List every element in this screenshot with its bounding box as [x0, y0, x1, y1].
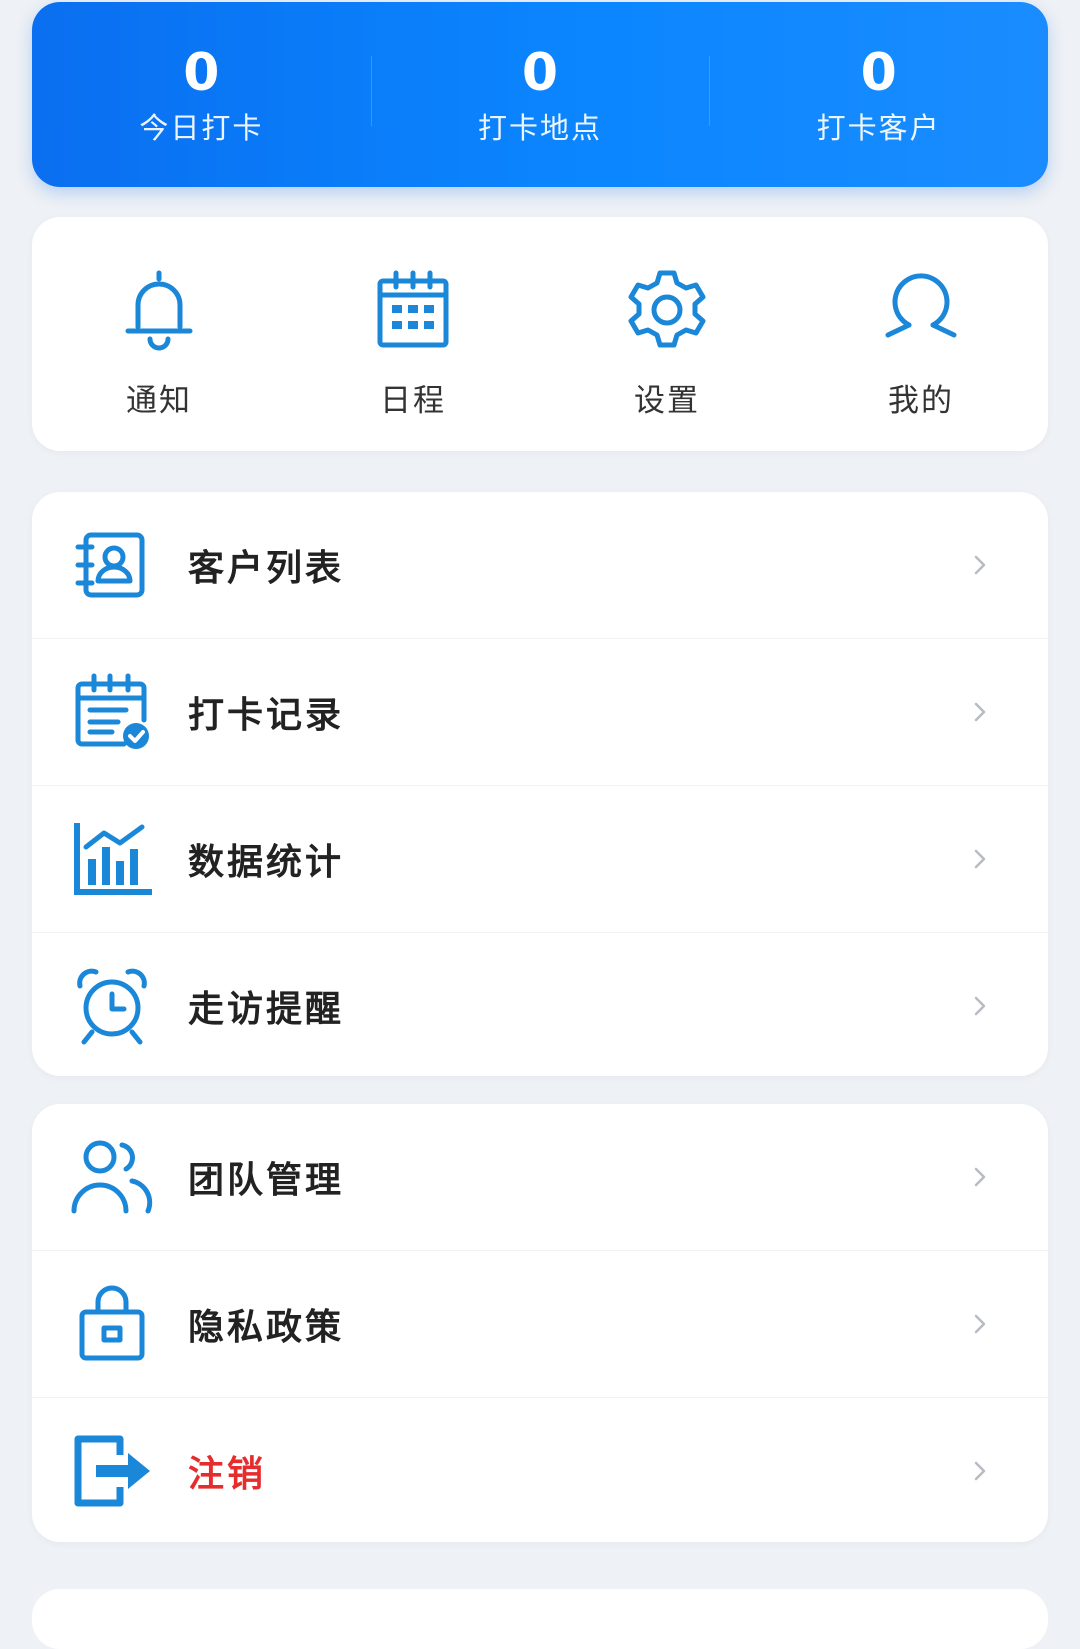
stat-value: 0 — [860, 42, 897, 103]
menu-group-2: 团队管理 隐私政策 注销 — [32, 1104, 1048, 1542]
team-icon — [71, 1140, 153, 1214]
menu-item-logout[interactable]: 注销 — [32, 1397, 1048, 1544]
quick-action-label: 设置 — [634, 383, 700, 419]
stat-label: 打卡客户 — [816, 110, 941, 145]
menu-item-label: 客户列表 — [188, 548, 345, 589]
gear-icon — [628, 270, 706, 348]
menu-item-label: 注销 — [188, 1454, 267, 1495]
calendar-check-icon — [75, 673, 149, 749]
stat-value: 0 — [183, 42, 220, 103]
chevron-right-icon — [974, 1167, 986, 1187]
bar-chart-icon — [74, 823, 152, 895]
stat-label: 打卡地点 — [478, 110, 603, 145]
stats-banner: 0 今日打卡 0 打卡地点 0 打卡客户 — [32, 2, 1048, 187]
quick-actions-card: 通知 日程 设置 我的 — [32, 217, 1048, 451]
quick-action-schedule[interactable]: 日程 — [286, 217, 540, 451]
chevron-right-icon — [974, 849, 986, 869]
menu-item-team-management[interactable]: 团队管理 — [32, 1104, 1048, 1250]
quick-action-settings[interactable]: 设置 — [540, 217, 794, 451]
logout-icon — [74, 1435, 150, 1507]
chevron-right-icon — [974, 1461, 986, 1481]
chevron-right-icon — [974, 555, 986, 575]
menu-item-visit-reminder[interactable]: 走访提醒 — [32, 932, 1048, 1079]
contact-book-icon — [75, 532, 145, 598]
menu-item-customer-list[interactable]: 客户列表 — [32, 492, 1048, 638]
chevron-right-icon — [974, 996, 986, 1016]
quick-action-mine[interactable]: 我的 — [794, 217, 1048, 451]
stat-label: 今日打卡 — [139, 110, 264, 145]
menu-item-checkin-records[interactable]: 打卡记录 — [32, 638, 1048, 785]
stat-value: 0 — [521, 42, 559, 103]
menu-item-label: 打卡记录 — [188, 695, 345, 736]
quick-action-label: 日程 — [380, 383, 446, 419]
menu-group-1: 客户列表 打卡记录 数据统计 走访提醒 — [32, 492, 1048, 1076]
menu-item-label: 团队管理 — [188, 1160, 345, 1201]
stat-checkin-locations[interactable]: 0 打卡地点 — [370, 42, 710, 148]
quick-action-notifications[interactable]: 通知 — [32, 217, 286, 451]
quick-action-label: 我的 — [888, 383, 954, 419]
stat-checkin-customers[interactable]: 0 打卡客户 — [709, 42, 1048, 148]
chevron-right-icon — [974, 1314, 986, 1334]
bell-icon — [125, 270, 193, 351]
menu-item-data-statistics[interactable]: 数据统计 — [32, 785, 1048, 932]
menu-item-privacy-policy[interactable]: 隐私政策 — [32, 1250, 1048, 1397]
menu-item-label: 数据统计 — [188, 842, 345, 883]
chevron-right-icon — [974, 702, 986, 722]
stat-today-checkin[interactable]: 0 今日打卡 — [32, 42, 371, 148]
lock-icon — [79, 1285, 145, 1361]
user-icon — [885, 273, 957, 338]
menu-item-label: 走访提醒 — [188, 989, 345, 1030]
menu-item-label: 隐私政策 — [188, 1307, 345, 1348]
bottom-card-partial — [32, 1589, 1048, 1649]
alarm-clock-icon — [77, 968, 147, 1045]
calendar-icon — [377, 270, 449, 348]
quick-action-label: 通知 — [126, 383, 192, 419]
